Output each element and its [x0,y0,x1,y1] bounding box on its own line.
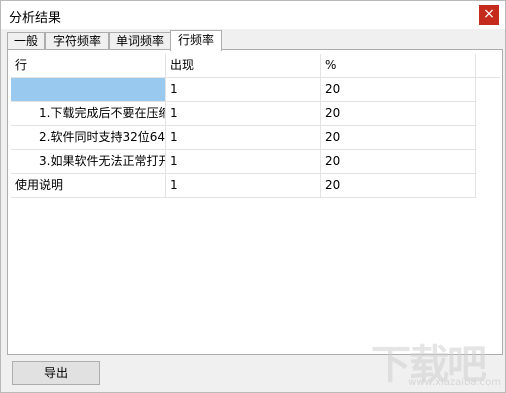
cell-count[interactable]: 1 [166,126,321,150]
cell-count[interactable]: 1 [166,78,321,102]
cell-line[interactable]: 1.下载完成后不要在压缩 [11,102,166,126]
column-header-count[interactable]: 出现 [166,54,321,78]
tab-word-frequency[interactable]: 单词频率 [109,32,171,50]
line-frequency-panel: 行 出现 % 1 20 1.下载完成后不要在压缩 1 20 2.软件同时支持32… [7,49,503,355]
watermark-url: www.xiazaiba.com [408,377,501,388]
cell-line[interactable]: 3.如果软件无法正常打开 [11,150,166,174]
window-title: 分析结果 [9,11,62,26]
tab-general[interactable]: 一般 [7,32,45,50]
cell-percent[interactable]: 20 [321,102,476,126]
cell-count[interactable]: 1 [166,102,321,126]
title-bar: 分析结果 × [1,1,505,29]
close-button[interactable]: × [479,5,499,25]
cell-line[interactable]: 使用说明 [11,174,166,198]
analysis-result-window: 分析结果 × 一般 字符频率 单词频率 行频率 行 出现 % 1 20 1.下载… [0,0,506,393]
tab-char-frequency[interactable]: 字符频率 [45,32,109,50]
column-header-percent[interactable]: % [321,54,476,78]
cell-count[interactable]: 1 [166,174,321,198]
cell-percent[interactable]: 20 [321,78,476,102]
cell-line[interactable]: 2.软件同时支持32位64位 [11,126,166,150]
cell-percent[interactable]: 20 [321,126,476,150]
column-header-line[interactable]: 行 [11,54,166,78]
cell-count[interactable]: 1 [166,150,321,174]
cell-percent[interactable]: 20 [321,150,476,174]
watermark-logo: 下载吧 www.xiazaiba.com [371,332,501,388]
cell-percent[interactable]: 20 [321,174,476,198]
column-header-filler [476,54,500,78]
export-button[interactable]: 导出 [12,361,100,385]
tab-line-frequency[interactable]: 行频率 [170,30,222,51]
cell-line[interactable] [11,78,166,102]
